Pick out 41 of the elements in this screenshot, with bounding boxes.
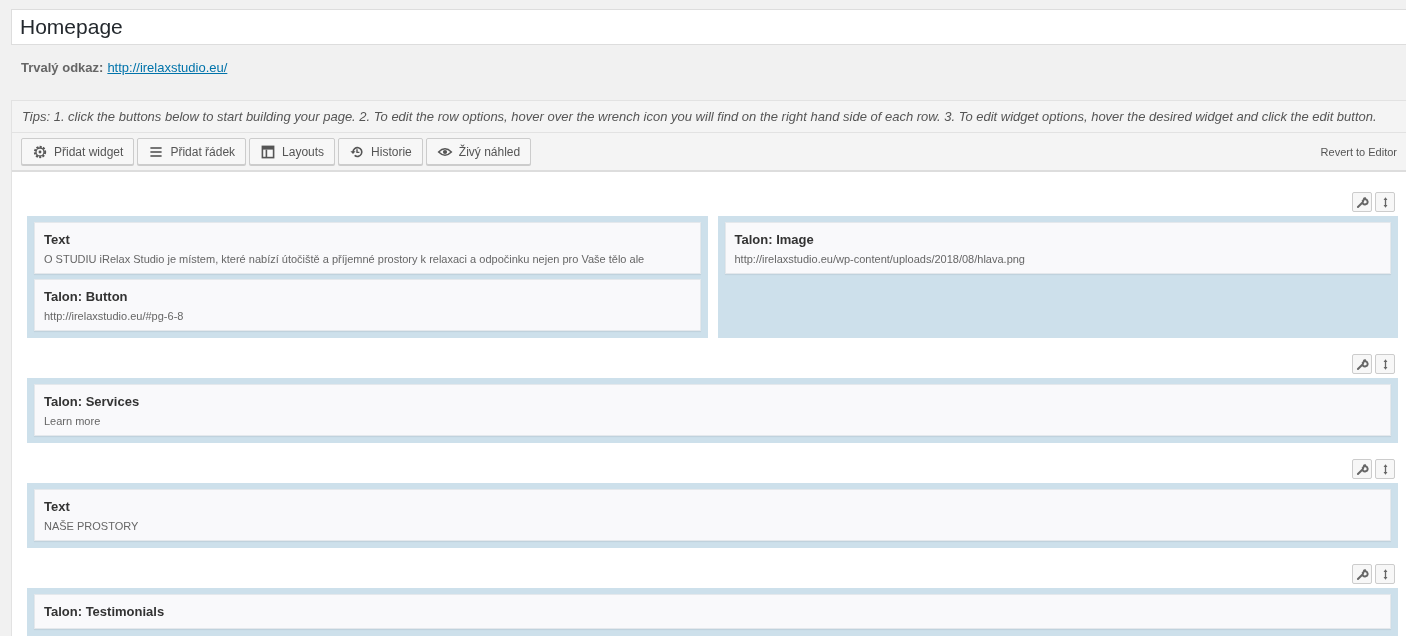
wrench-icon xyxy=(1355,195,1369,209)
layout-icon xyxy=(260,143,277,160)
widget-title: Talon: Button xyxy=(44,288,129,306)
widget-card[interactable]: Talon: Services Learn more xyxy=(34,384,1391,436)
wrench-icon xyxy=(1355,357,1369,371)
widget-card[interactable]: Talon: Testimonials xyxy=(34,594,1391,629)
widget-description: Learn more xyxy=(44,414,102,428)
gear-icon xyxy=(32,143,48,160)
row-settings-button[interactable] xyxy=(1352,564,1372,584)
row-move-button[interactable] xyxy=(1375,192,1395,212)
widget-card[interactable]: Text NAŠE PROSTORY xyxy=(34,489,1391,541)
widget-card[interactable]: Talon: Button http://irelaxstudio.eu/#pg-6-8 xyxy=(34,279,701,331)
widget-card[interactable]: Talon: Image http://irelaxstudio.eu/wp-content/uploads/2018/08/hlava.png xyxy=(724,222,1391,274)
wrench-icon xyxy=(1355,462,1369,476)
widget-description: http://irelaxstudio.eu/wp-content/uploads/2018/08/hlava.png xyxy=(734,252,1026,266)
widget-title: Talon: Testimonials xyxy=(44,603,166,621)
tips-text: Tips: 1. click the buttons below to start building your page. 2. To edit the row options, hover over the wrench icon you will find on the right hand side of each row. 3. To edit widget options, hover the desired widget and click the edit button. xyxy=(12,101,1406,133)
row-settings-button[interactable] xyxy=(1352,354,1372,374)
title-field[interactable]: Homepage xyxy=(11,9,1406,45)
row-move-button[interactable] xyxy=(1375,459,1395,479)
widget-title: Text xyxy=(44,231,71,249)
row-move-button[interactable] xyxy=(1375,564,1395,584)
row-move-button[interactable] xyxy=(1375,354,1395,374)
toolbar-button[interactable]: Živý náhled xyxy=(425,138,532,165)
widget-title: Talon: Image xyxy=(734,231,815,249)
toolbar-button[interactable]: Přidat widget xyxy=(21,138,135,165)
widget-card[interactable]: Text O STUDIU iRelax Studio je místem, které nabízí útočiště a příjemné prostory k relaxaci a odpočinku nejen pro Vaše tělo ale xyxy=(34,222,701,274)
toolbar-button[interactable]: Layouts xyxy=(249,138,336,165)
row-settings-button[interactable] xyxy=(1352,459,1372,479)
widget-title: Talon: Services xyxy=(44,393,141,411)
widget-title: Text xyxy=(44,498,71,516)
toolbar-button[interactable]: Přidat řádek xyxy=(137,138,247,165)
wrench-icon xyxy=(1355,567,1369,581)
permalink-link[interactable]: http://irelaxstudio.eu/ xyxy=(107,60,228,75)
revert-to-editor-link[interactable]: Revert to Editor xyxy=(1320,145,1397,158)
toolbar-button[interactable]: Historie xyxy=(338,138,423,165)
widget-description: NAŠE PROSTORY xyxy=(44,519,140,533)
row-settings-button[interactable] xyxy=(1352,192,1372,212)
widget-description: http://irelaxstudio.eu/#pg-6-8 xyxy=(44,309,185,323)
permalink-label: Trvalý odkaz: xyxy=(21,60,104,75)
widget-description: O STUDIU iRelax Studio je místem, které nabízí útočiště a příjemné prostory k relaxaci a odpočinku nejen pro Vaše tělo ale xyxy=(44,252,646,266)
